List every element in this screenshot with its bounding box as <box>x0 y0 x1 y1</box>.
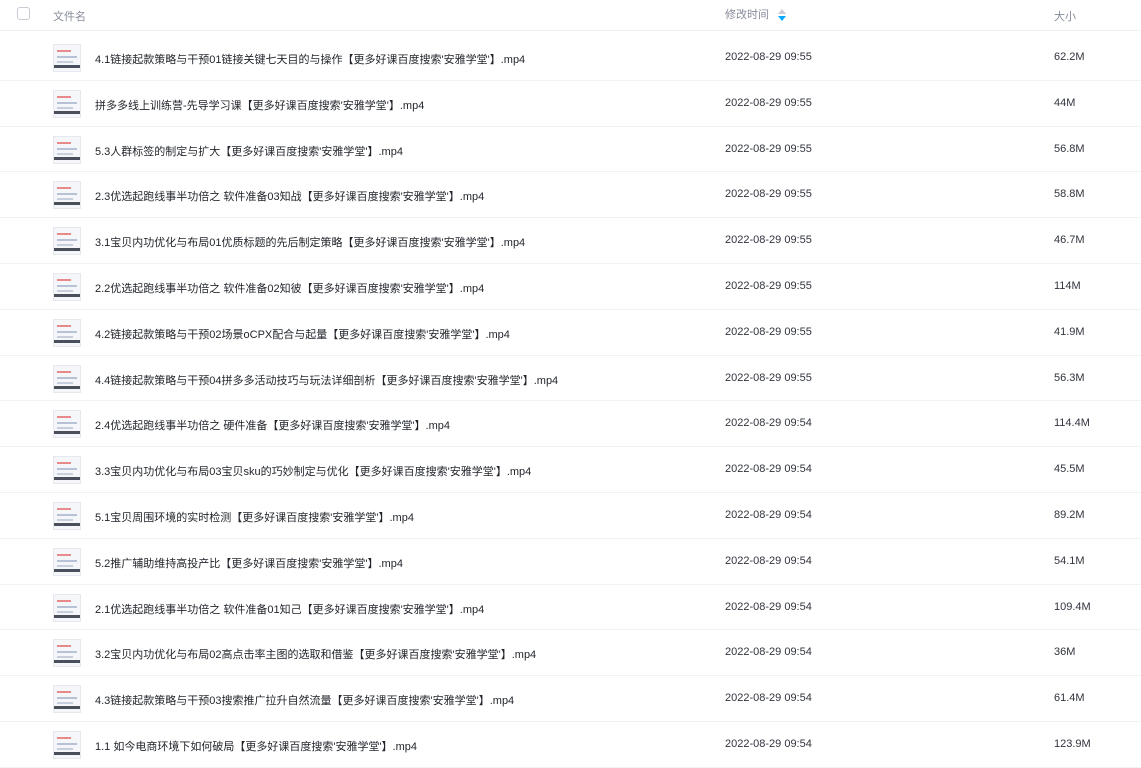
video-thumbnail[interactable] <box>53 135 81 164</box>
file-modified-time: 2022-08-29 09:54 <box>725 737 812 750</box>
video-thumbnail[interactable] <box>53 456 81 485</box>
file-name[interactable]: 2.3优选起跑线事半功倍之 软件准备03知战【更多好课百度搜索'安雅学堂'】.m… <box>95 188 484 204</box>
file-modified-time: 2022-08-29 09:54 <box>725 463 812 476</box>
file-name[interactable]: 5.3人群标签的制定与扩大【更多好课百度搜索'安雅学堂'】.mp4 <box>95 143 403 159</box>
file-modified-time: 2022-08-29 09:54 <box>725 646 812 659</box>
video-thumbnail[interactable] <box>53 44 81 72</box>
file-size: 56.3M <box>1054 371 1085 384</box>
file-name[interactable]: 拼多多线上训练营-先导学习课【更多好课百度搜索'安雅学堂'】.mp4 <box>95 97 424 113</box>
file-name[interactable]: 1.1 如今电商环境下如何破局【更多好课百度搜索'安雅学堂'】.mp4 <box>95 738 417 754</box>
file-row[interactable]: 2.4优选起跑线事半功倍之 硬件准备【更多好课百度搜索'安雅学堂'】.mp4 20… <box>0 401 1141 448</box>
file-size: 109.4M <box>1054 600 1091 613</box>
video-thumbnail[interactable] <box>53 501 81 530</box>
file-list-header: 文件名 修改时间 大小 <box>0 0 1141 31</box>
file-size: 114.4M <box>1054 417 1090 430</box>
file-row[interactable]: 3.1宝贝内功优化与布局01优质标题的先后制定策略【更多好课百度搜索'安雅学堂'… <box>0 218 1141 264</box>
file-modified-time: 2022-08-29 09:55 <box>725 325 812 338</box>
file-row[interactable]: 2.2优选起跑线事半功倍之 软件准备02知彼【更多好课百度搜索'安雅学堂'】.m… <box>0 264 1141 310</box>
file-name[interactable]: 2.1优选起跑线事半功倍之 软件准备01知己【更多好课百度搜索'安雅学堂'】.m… <box>95 601 484 617</box>
video-thumbnail[interactable] <box>53 89 81 118</box>
column-header-size[interactable]: 大小 <box>1054 8 1076 24</box>
file-modified-time: 2022-08-29 09:54 <box>725 417 812 430</box>
file-row[interactable]: 1.1 如今电商环境下如何破局【更多好课百度搜索'安雅学堂'】.mp4 2022-… <box>0 722 1141 768</box>
file-size: 123.9M <box>1054 737 1091 750</box>
file-name[interactable]: 4.4链接起款策略与干预04拼多多活动技巧与玩法详细剖析【更多好课百度搜索'安雅… <box>95 372 558 388</box>
file-name[interactable]: 5.2推广辅助维持高投产比【更多好课百度搜索'安雅学堂'】.mp4 <box>95 555 403 571</box>
file-name[interactable]: 3.1宝贝内功优化与布局01优质标题的先后制定策略【更多好课百度搜索'安雅学堂'… <box>95 234 525 250</box>
file-size: 56.8M <box>1054 142 1085 155</box>
video-thumbnail[interactable] <box>53 181 81 210</box>
file-name[interactable]: 3.3宝贝内功优化与布局03宝贝sku的巧妙制定与优化【更多好课百度搜索'安雅学… <box>95 463 531 479</box>
file-size: 45.5M <box>1054 463 1085 476</box>
file-row[interactable]: 2.1优选起跑线事半功倍之 软件准备01知己【更多好课百度搜索'安雅学堂'】.m… <box>0 585 1141 631</box>
column-header-name[interactable]: 文件名 <box>53 8 86 24</box>
file-row[interactable]: 4.3链接起款策略与干预03搜索推广拉升自然流量【更多好课百度搜索'安雅学堂'】… <box>0 676 1141 722</box>
file-size: 89.2M <box>1054 508 1085 521</box>
file-name[interactable]: 4.3链接起款策略与干预03搜索推广拉升自然流量【更多好课百度搜索'安雅学堂'】… <box>95 692 514 708</box>
file-list: 4.1链接起款策略与干预01链接关键七天目的与操作【更多好课百度搜索'安雅学堂'… <box>0 35 1141 768</box>
file-size: 114M <box>1054 279 1081 292</box>
file-size: 54.1M <box>1054 554 1085 567</box>
column-header-modified-time[interactable]: 修改时间 <box>725 6 787 22</box>
file-row[interactable]: 2.3优选起跑线事半功倍之 软件准备03知战【更多好课百度搜索'安雅学堂'】.m… <box>0 172 1141 219</box>
file-row[interactable]: 5.2推广辅助维持高投产比【更多好课百度搜索'安雅学堂'】.mp4 2022-08… <box>0 539 1141 585</box>
file-row[interactable]: 3.3宝贝内功优化与布局03宝贝sku的巧妙制定与优化【更多好课百度搜索'安雅学… <box>0 447 1141 493</box>
video-thumbnail[interactable] <box>53 410 81 439</box>
file-row[interactable]: 5.3人群标签的制定与扩大【更多好课百度搜索'安雅学堂'】.mp4 2022-08… <box>0 127 1141 173</box>
file-row[interactable]: 4.1链接起款策略与干预01链接关键七天目的与操作【更多好课百度搜索'安雅学堂'… <box>0 35 1141 81</box>
file-row[interactable]: 拼多多线上训练营-先导学习课【更多好课百度搜索'安雅学堂'】.mp4 2022-0… <box>0 81 1141 127</box>
video-thumbnail[interactable] <box>53 730 81 759</box>
video-thumbnail[interactable] <box>53 639 81 668</box>
file-row[interactable]: 3.2宝贝内功优化与布局02高点击率主图的选取和借鉴【更多好课百度搜索'安雅学堂… <box>0 630 1141 677</box>
video-thumbnail[interactable] <box>53 685 81 714</box>
sort-desc-icon[interactable] <box>778 9 787 22</box>
video-thumbnail[interactable] <box>53 227 81 256</box>
file-size: 41.9M <box>1054 325 1085 338</box>
file-modified-time: 2022-08-29 09:55 <box>725 96 812 109</box>
file-name[interactable]: 3.2宝贝内功优化与布局02高点击率主图的选取和借鉴【更多好课百度搜索'安雅学堂… <box>95 646 536 662</box>
file-modified-time: 2022-08-29 09:55 <box>725 51 812 63</box>
video-thumbnail[interactable] <box>53 593 81 622</box>
file-size: 46.7M <box>1054 234 1085 247</box>
file-modified-time: 2022-08-29 09:55 <box>725 234 812 247</box>
video-thumbnail[interactable] <box>53 547 81 576</box>
file-modified-time: 2022-08-29 09:54 <box>725 508 812 521</box>
video-thumbnail[interactable] <box>53 318 81 347</box>
file-modified-time: 2022-08-29 09:54 <box>725 692 812 705</box>
video-thumbnail[interactable] <box>53 272 81 301</box>
file-name[interactable]: 2.4优选起跑线事半功倍之 硬件准备【更多好课百度搜索'安雅学堂'】.mp4 <box>95 417 450 433</box>
select-all-checkbox[interactable] <box>17 7 30 20</box>
file-size: 62.2M <box>1054 51 1085 63</box>
file-row[interactable]: 5.1宝贝周围环境的实时检测【更多好课百度搜索'安雅学堂'】.mp4 2022-0… <box>0 493 1141 539</box>
file-modified-time: 2022-08-29 09:54 <box>725 600 812 613</box>
file-size: 36M <box>1054 646 1076 659</box>
file-name[interactable]: 4.1链接起款策略与干预01链接关键七天目的与操作【更多好课百度搜索'安雅学堂'… <box>95 51 525 67</box>
file-name[interactable]: 2.2优选起跑线事半功倍之 软件准备02知彼【更多好课百度搜索'安雅学堂'】.m… <box>95 280 484 296</box>
file-size: 61.4M <box>1054 692 1085 705</box>
file-modified-time: 2022-08-29 09:55 <box>725 142 812 155</box>
file-row[interactable]: 4.2链接起款策略与干预02场景oCPX配合与起量【更多好课百度搜索'安雅学堂'… <box>0 310 1141 356</box>
file-size: 58.8M <box>1054 188 1085 201</box>
video-thumbnail[interactable] <box>53 364 81 393</box>
file-modified-time: 2022-08-29 09:55 <box>725 279 812 292</box>
column-header-modified-time-label: 修改时间 <box>725 9 769 21</box>
file-modified-time: 2022-08-29 09:55 <box>725 371 812 384</box>
file-size: 44M <box>1054 96 1076 109</box>
file-row[interactable]: 4.4链接起款策略与干预04拼多多活动技巧与玩法详细剖析【更多好课百度搜索'安雅… <box>0 356 1141 402</box>
file-modified-time: 2022-08-29 09:54 <box>725 554 812 567</box>
file-modified-time: 2022-08-29 09:55 <box>725 188 812 201</box>
file-name[interactable]: 4.2链接起款策略与干预02场景oCPX配合与起量【更多好课百度搜索'安雅学堂'… <box>95 326 510 342</box>
file-name[interactable]: 5.1宝贝周围环境的实时检测【更多好课百度搜索'安雅学堂'】.mp4 <box>95 509 414 525</box>
